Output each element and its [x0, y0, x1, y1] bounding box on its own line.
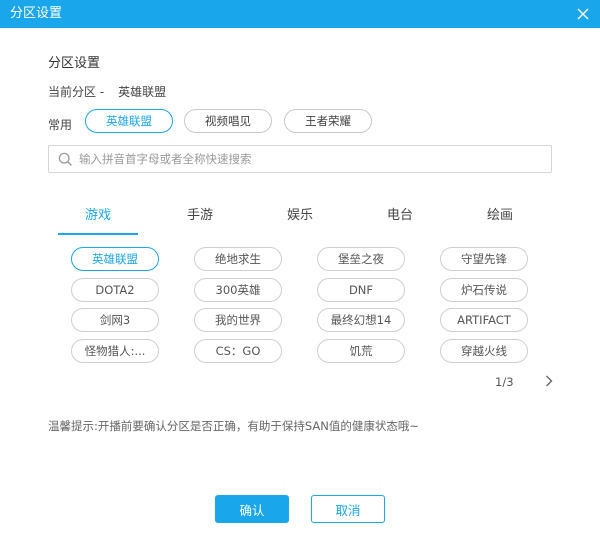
chevron-right-icon	[545, 375, 553, 387]
current-partition: 当前分区 - 英雄联盟	[48, 83, 166, 100]
common-chip-video-singing[interactable]: 视频唱见	[184, 109, 272, 133]
game-chip[interactable]: DNF	[317, 278, 405, 302]
game-chip[interactable]: 炉石传说	[440, 278, 528, 302]
close-icon	[577, 8, 589, 20]
common-chip-lol[interactable]: 英雄联盟	[85, 109, 173, 133]
game-chip[interactable]: 300英雄	[194, 278, 282, 302]
game-chip[interactable]: 最终幻想14	[317, 308, 405, 332]
common-chip-honor-of-kings[interactable]: 王者荣耀	[284, 109, 372, 133]
search-box	[48, 145, 552, 173]
warm-tip: 温馨提示:开播前要确认分区是否正确，有助于保持SAN值的健康状态哦~	[48, 418, 419, 434]
game-chip[interactable]: 守望先锋	[440, 247, 528, 271]
tab-entertainment[interactable]: 娱乐	[260, 203, 340, 235]
common-label: 常用	[48, 116, 72, 133]
game-chip[interactable]: 堡垒之夜	[317, 247, 405, 271]
current-partition-value: 英雄联盟	[118, 85, 166, 99]
game-chip[interactable]: DOTA2	[71, 278, 159, 302]
tab-games[interactable]: 游戏	[58, 203, 138, 235]
game-chip[interactable]: 剑网3	[71, 308, 159, 332]
confirm-button[interactable]: 确认	[215, 495, 289, 523]
cancel-button[interactable]: 取消	[311, 495, 385, 523]
window-title: 分区设置	[10, 6, 62, 22]
close-button[interactable]	[572, 3, 594, 25]
game-chip[interactable]: 怪物猎人:...	[71, 339, 159, 363]
category-tabs: 游戏 手游 娱乐 电台 绘画	[58, 203, 548, 235]
game-chip[interactable]: 我的世界	[194, 308, 282, 332]
tab-radio[interactable]: 电台	[360, 203, 440, 235]
search-input[interactable]	[79, 149, 539, 169]
search-icon	[58, 152, 73, 167]
game-chip[interactable]: ARTIFACT	[440, 308, 528, 332]
game-chip[interactable]: 英雄联盟	[71, 247, 159, 271]
game-chip[interactable]: 绝地求生	[194, 247, 282, 271]
next-page-button[interactable]	[541, 372, 557, 390]
game-chip[interactable]: 饥荒	[317, 339, 405, 363]
current-partition-label: 当前分区 -	[48, 85, 104, 99]
game-chip[interactable]: 穿越火线	[440, 339, 528, 363]
tab-mobile-games[interactable]: 手游	[160, 203, 240, 235]
tab-painting[interactable]: 绘画	[460, 203, 540, 235]
page-indicator: 1/3	[495, 375, 514, 389]
title-bar: 分区设置	[0, 0, 600, 28]
game-chip[interactable]: CS：GO	[194, 339, 282, 363]
section-title: 分区设置	[48, 52, 100, 71]
